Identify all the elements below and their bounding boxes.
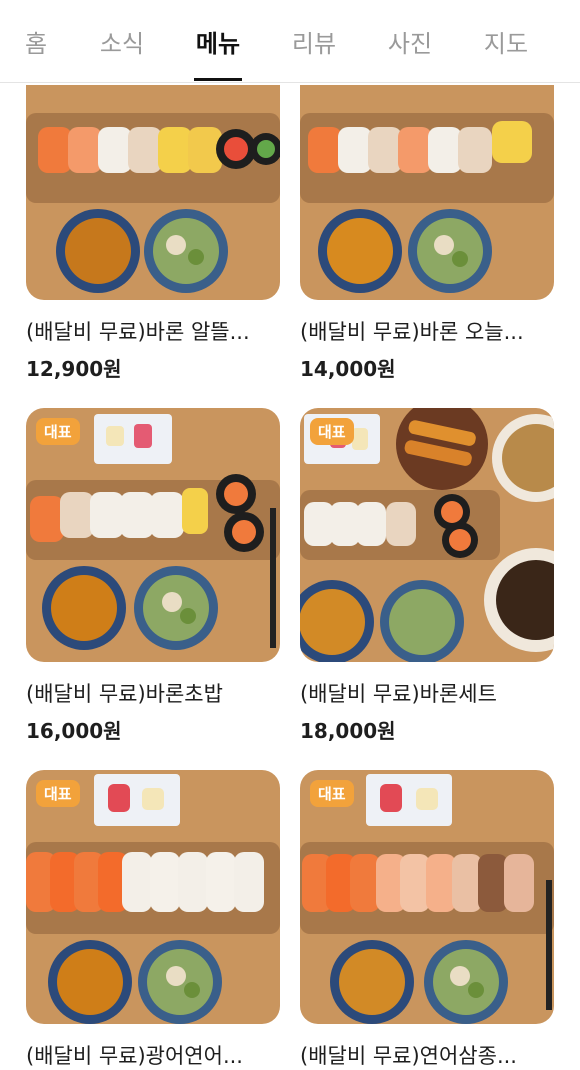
menu-photo[interactable] [26,85,280,300]
menu-price: 14,000원 [300,357,396,381]
menu-photo[interactable]: 대표 [300,770,554,1024]
menu-photo[interactable]: 대표 [26,770,280,1024]
active-tab-indicator [194,78,242,81]
menu-price: 18,000원 [300,719,396,743]
menu-card[interactable]: 대표 (배달비 무료)바론세트 18,000원 [300,408,554,743]
signature-badge: 대표 [310,780,354,807]
tab-reviews[interactable]: 리뷰 [292,24,336,59]
menu-card[interactable]: 대표 (배달비 무료)연어삼종... [300,770,554,1068]
menu-photo[interactable]: 대표 [300,408,554,662]
menu-card[interactable]: (배달비 무료)바론 오늘... 14,000원 [300,85,554,381]
tab-home[interactable]: 홈 [25,24,47,59]
menu-title: (배달비 무료)바론 오늘... [300,320,524,344]
menu-title: (배달비 무료)바론세트 [300,682,497,706]
menu-title: (배달비 무료)연어삼종... [300,1044,517,1068]
menu-title: (배달비 무료)광어연어... [26,1044,243,1068]
menu-title: (배달비 무료)바론 알뜰... [26,320,250,344]
tab-menu[interactable]: 메뉴 [196,24,240,59]
menu-price: 16,000원 [26,719,122,743]
signature-badge: 대표 [310,418,354,445]
tab-map[interactable]: 지도 [484,24,528,59]
menu-card[interactable]: (배달비 무료)바론 알뜰... 12,900원 [26,85,280,381]
menu-card[interactable]: 대표 (배달비 무료)광어연어... [26,770,280,1068]
tab-photos[interactable]: 사진 [388,24,432,59]
menu-card[interactable]: 대표 (배달비 무료)바론초밥 16,000원 [26,408,280,743]
tab-news[interactable]: 소식 [100,24,144,59]
menu-photo[interactable] [300,85,554,300]
menu-tab-bar: 홈 소식 메뉴 리뷰 사진 지도 [0,0,580,83]
menu-title: (배달비 무료)바론초밥 [26,682,223,706]
menu-photo[interactable]: 대표 [26,408,280,662]
signature-badge: 대표 [36,780,80,807]
menu-price: 12,900원 [26,357,122,381]
signature-badge: 대표 [36,418,80,445]
